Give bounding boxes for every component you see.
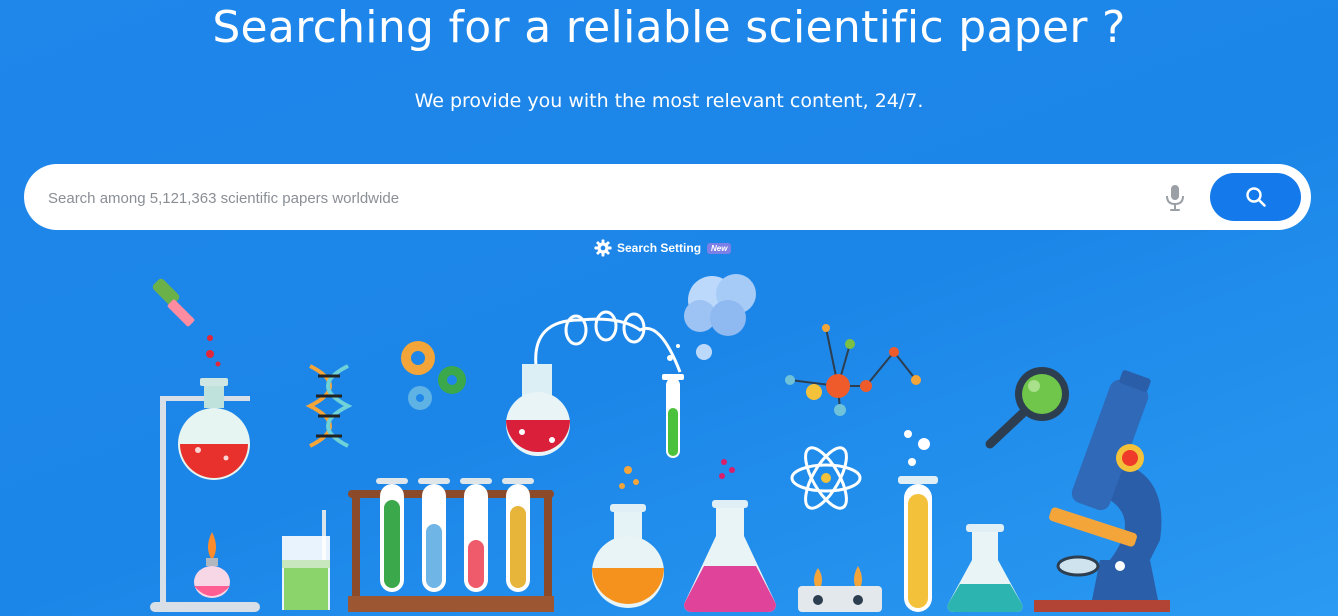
search-button[interactable]	[1210, 173, 1301, 221]
page-subtitle: We provide you with the most relevant co…	[414, 90, 924, 112]
magnifier-icon	[985, 367, 1069, 449]
search-setting-label: Search Setting	[617, 241, 702, 255]
beaker-green-icon	[282, 510, 330, 610]
orange-flask-icon	[592, 466, 664, 608]
test-tube-icon	[898, 430, 938, 612]
molecule-icon	[785, 324, 921, 416]
lab-illustration	[150, 274, 1170, 612]
test-tube-rack-icon	[348, 478, 554, 612]
smoke-cloud-icon	[684, 274, 756, 360]
search-input[interactable]	[46, 177, 1150, 219]
search-setting-link[interactable]: Search Setting New	[594, 238, 732, 258]
atom-icon	[790, 446, 862, 510]
distillation-flask-icon	[506, 310, 684, 458]
teal-flask-icon	[947, 524, 1023, 612]
page-title: Searching for a reliable scientific pape…	[212, 2, 1126, 53]
stove-icon	[798, 566, 882, 612]
search-icon	[1245, 187, 1266, 207]
new-badge: New	[707, 242, 732, 254]
microphone-icon[interactable]	[1164, 184, 1186, 212]
round-flask-icon	[178, 378, 250, 480]
burner-icon	[194, 532, 230, 598]
search-bar	[24, 164, 1311, 230]
dropper-icon	[152, 278, 221, 367]
gear-icon	[594, 239, 612, 257]
dna-icon	[305, 364, 353, 448]
gears-icon	[401, 341, 466, 410]
conical-flask-icon	[684, 459, 776, 612]
